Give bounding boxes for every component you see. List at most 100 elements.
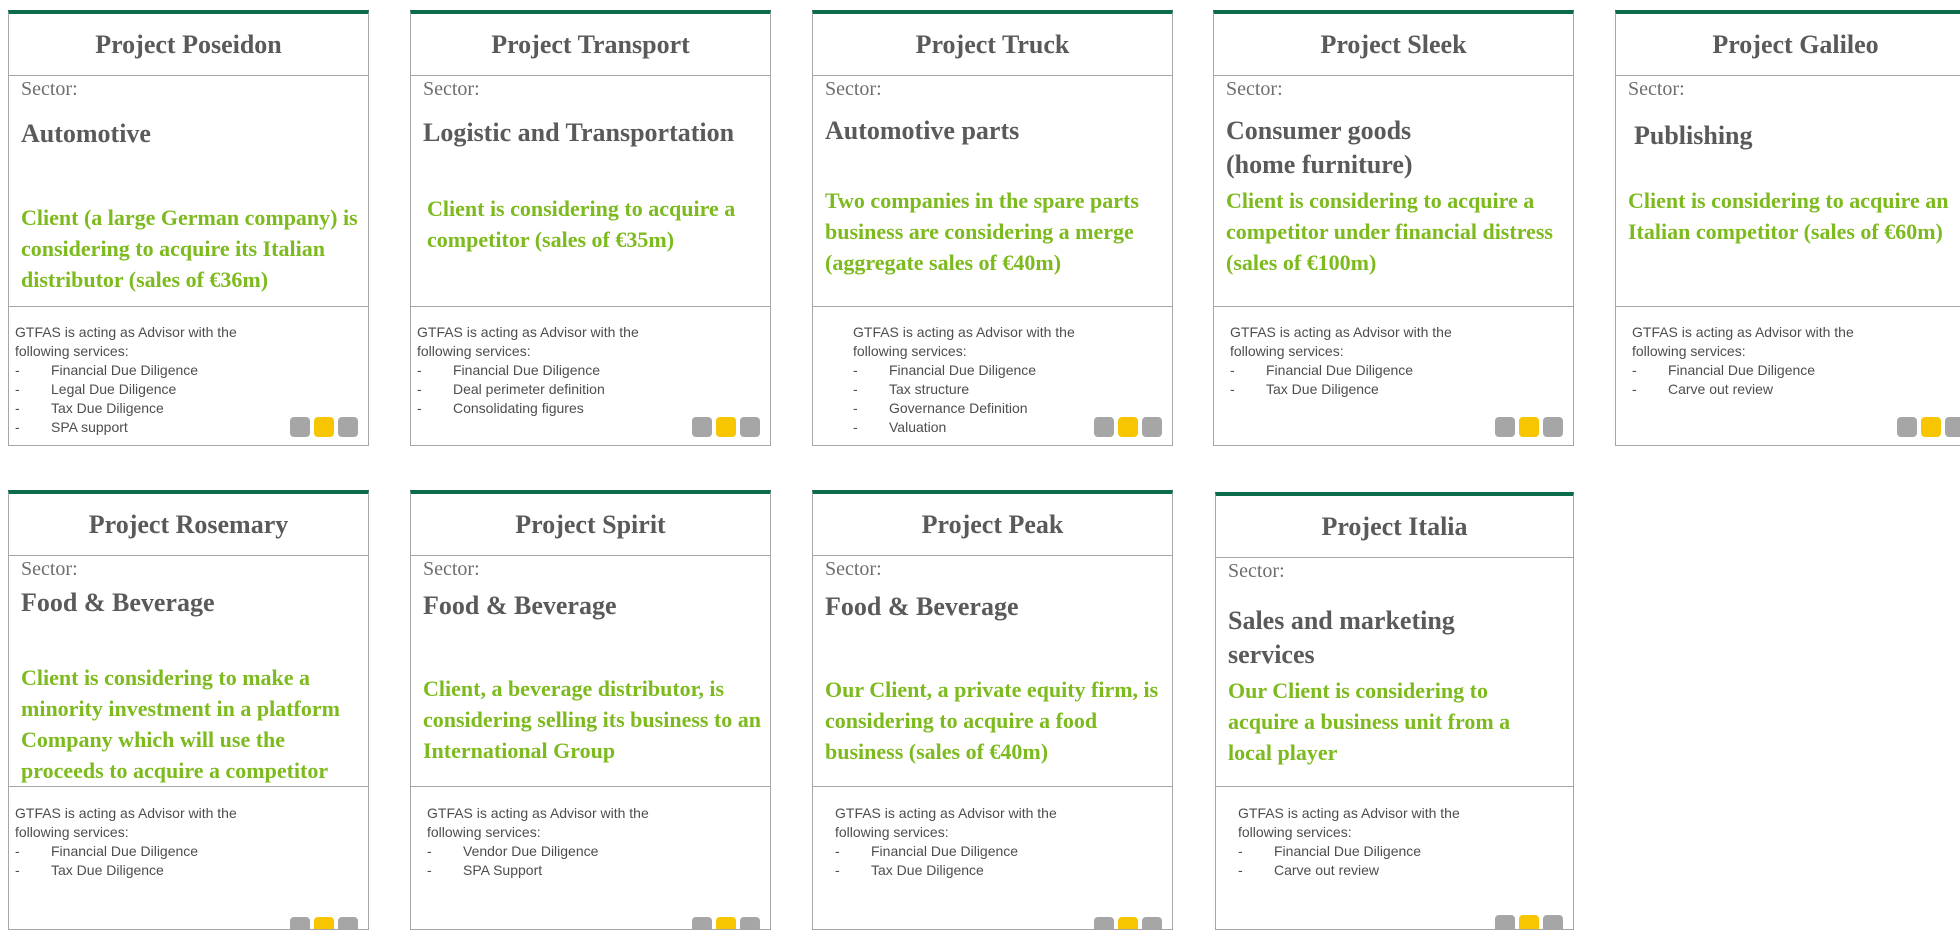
service-item: - Financial Due Diligence bbox=[835, 843, 1019, 859]
service-item: - Financial Due Diligence bbox=[417, 362, 601, 378]
services-block: GTFAS is acting as Advisor with the foll… bbox=[417, 323, 764, 418]
project-card-truck: Project Truck Sector: Automotive parts T… bbox=[812, 10, 1173, 446]
advisor-intro: GTFAS is acting as Advisor with the foll… bbox=[853, 324, 1075, 359]
yellow-dot-icon bbox=[1519, 915, 1539, 929]
yellow-dot-icon bbox=[314, 417, 334, 437]
sector-value: Food & Beverage bbox=[21, 588, 215, 617]
project-card-sleek: Project Sleek Sector: Consumer goods (ho… bbox=[1213, 10, 1574, 446]
services-block: GTFAS is acting as Advisor with the foll… bbox=[1238, 804, 1567, 880]
services-block: GTFAS is acting as Advisor with the foll… bbox=[1230, 323, 1567, 399]
project-card-transport: Project Transport Sector: Logistic and T… bbox=[410, 10, 771, 446]
advisor-intro: GTFAS is acting as Advisor with the foll… bbox=[1230, 324, 1452, 359]
grey-dot-icon bbox=[1094, 917, 1114, 929]
sector-label: Sector: bbox=[423, 78, 480, 100]
slide-indicator bbox=[1495, 417, 1563, 437]
services-block: GTFAS is acting as Advisor with the foll… bbox=[1632, 323, 1960, 399]
sector-value: Sales and marketing services bbox=[1228, 606, 1455, 669]
yellow-dot-icon bbox=[716, 917, 736, 929]
sector-value: Food & Beverage bbox=[825, 592, 1019, 621]
service-item: - Deal perimeter definition bbox=[417, 381, 605, 397]
advisor-intro: GTFAS is acting as Advisor with the foll… bbox=[1632, 324, 1854, 359]
grey-dot-icon bbox=[1495, 417, 1515, 437]
divider bbox=[9, 786, 368, 787]
sector-label: Sector: bbox=[21, 78, 78, 100]
project-card-spirit: Project Spirit Sector: Food & Beverage C… bbox=[410, 490, 771, 930]
project-description: Client is considering to make a minority… bbox=[21, 665, 340, 783]
project-description: Our Client, a private equity firm, is co… bbox=[825, 677, 1159, 764]
sector-value: Automotive parts bbox=[825, 116, 1020, 145]
grey-dot-icon bbox=[1094, 417, 1114, 437]
service-item: - Tax Due Diligence bbox=[15, 400, 164, 416]
project-title: Project Peak bbox=[813, 494, 1172, 556]
slide-indicator bbox=[290, 917, 358, 929]
sector-value: Logistic and Transportation bbox=[423, 118, 735, 147]
project-title: Project Italia bbox=[1216, 496, 1573, 558]
grey-dot-icon bbox=[338, 917, 358, 929]
yellow-dot-icon bbox=[1519, 417, 1539, 437]
service-item: - Financial Due Diligence bbox=[1632, 362, 1816, 378]
service-item: - Financial Due Diligence bbox=[853, 362, 1037, 378]
grey-dot-icon bbox=[290, 917, 310, 929]
services-block: GTFAS is acting as Advisor with the foll… bbox=[427, 804, 764, 880]
sector-label: Sector: bbox=[423, 558, 480, 580]
service-item: - Legal Due Diligence bbox=[15, 381, 177, 397]
divider bbox=[813, 786, 1172, 787]
service-item: - Tax Due Diligence bbox=[15, 862, 164, 878]
services-block: GTFAS is acting as Advisor with the foll… bbox=[15, 804, 362, 880]
sector-value: Food & Beverage bbox=[423, 591, 617, 620]
project-description: Client is considering to acquire a compe… bbox=[1226, 188, 1553, 275]
service-item: - Carve out review bbox=[1632, 381, 1774, 397]
sector-value: Automotive bbox=[21, 119, 151, 148]
project-card-italia: Project Italia Sector: Sales and marketi… bbox=[1215, 492, 1574, 930]
project-description: Client (a large German company) is consi… bbox=[21, 205, 358, 292]
project-description: Client is considering to acquire a compe… bbox=[427, 196, 736, 252]
slide-indicator bbox=[692, 417, 760, 437]
grey-dot-icon bbox=[1495, 915, 1515, 929]
service-item: - Financial Due Diligence bbox=[1230, 362, 1414, 378]
grey-dot-icon bbox=[1142, 417, 1162, 437]
grey-dot-icon bbox=[290, 417, 310, 437]
sector-label: Sector: bbox=[1226, 78, 1283, 100]
service-item: - Carve out review bbox=[1238, 862, 1380, 878]
yellow-dot-icon bbox=[1921, 417, 1941, 437]
advisor-intro: GTFAS is acting as Advisor with the foll… bbox=[15, 324, 237, 359]
yellow-dot-icon bbox=[314, 917, 334, 929]
sector-label: Sector: bbox=[1228, 560, 1285, 582]
sector-label: Sector: bbox=[825, 78, 882, 100]
grey-dot-icon bbox=[1945, 417, 1960, 437]
advisor-intro: GTFAS is acting as Advisor with the foll… bbox=[1238, 805, 1460, 840]
service-item: - Financial Due Diligence bbox=[15, 362, 199, 378]
service-item: - Tax structure bbox=[853, 381, 970, 397]
project-description: Our Client is considering to acquire a b… bbox=[1228, 678, 1511, 765]
project-description: Client is considering to acquire an Ital… bbox=[1628, 188, 1949, 244]
project-description: Two companies in the spare parts busines… bbox=[825, 188, 1139, 275]
project-card-galileo: Project Galileo Sector: Publishing Clien… bbox=[1615, 10, 1960, 446]
service-item: - Tax Due Diligence bbox=[1230, 381, 1379, 397]
slide-indicator bbox=[290, 417, 358, 437]
service-item: - Tax Due Diligence bbox=[835, 862, 984, 878]
slide-indicator bbox=[1495, 915, 1563, 929]
yellow-dot-icon bbox=[1118, 417, 1138, 437]
service-item: - Governance Definition bbox=[853, 400, 1028, 416]
project-title: Project Poseidon bbox=[9, 14, 368, 76]
sector-value: Publishing bbox=[1634, 121, 1753, 150]
advisor-intro: GTFAS is acting as Advisor with the foll… bbox=[417, 324, 639, 359]
sector-value: Consumer goods (home furniture) bbox=[1226, 116, 1413, 179]
yellow-dot-icon bbox=[1118, 917, 1138, 929]
slide-indicator bbox=[1094, 917, 1162, 929]
grey-dot-icon bbox=[338, 417, 358, 437]
services-block: GTFAS is acting as Advisor with the foll… bbox=[835, 804, 1166, 880]
advisor-intro: GTFAS is acting as Advisor with the foll… bbox=[835, 805, 1057, 840]
divider bbox=[1616, 306, 1960, 307]
grey-dot-icon bbox=[740, 917, 760, 929]
project-title: Project Transport bbox=[411, 14, 770, 76]
project-title: Project Truck bbox=[813, 14, 1172, 76]
project-title: Project Sleek bbox=[1214, 14, 1573, 76]
grey-dot-icon bbox=[1142, 917, 1162, 929]
grey-dot-icon bbox=[1897, 417, 1917, 437]
project-title: Project Galileo bbox=[1616, 14, 1960, 76]
sector-label: Sector: bbox=[825, 558, 882, 580]
divider bbox=[1216, 786, 1573, 787]
divider bbox=[411, 786, 770, 787]
service-item: - Vendor Due Diligence bbox=[427, 843, 599, 859]
